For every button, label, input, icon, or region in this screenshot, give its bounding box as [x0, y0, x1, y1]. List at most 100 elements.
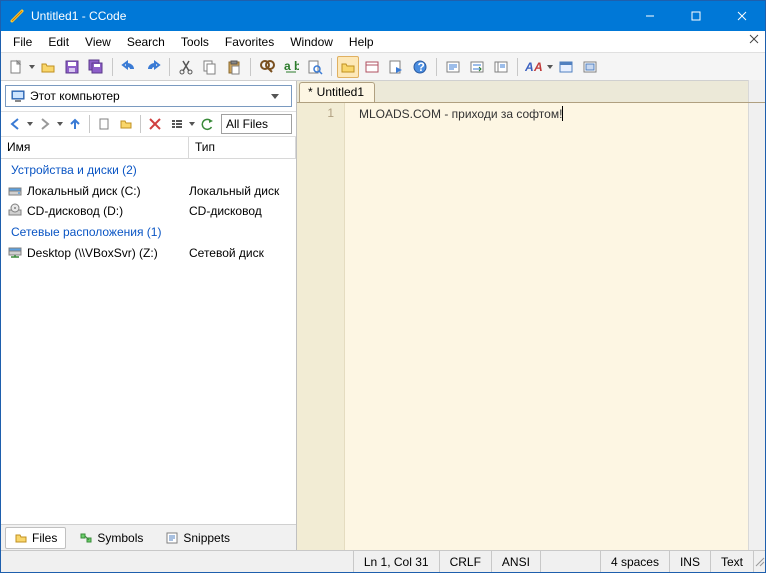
group-devices[interactable]: Устройства и диски (2) [1, 159, 296, 181]
snippets-icon [165, 531, 179, 545]
find-icon[interactable] [256, 56, 278, 78]
tab-title: Untitled1 [317, 85, 364, 99]
toolbar-separator [331, 58, 332, 76]
paste-icon[interactable] [223, 56, 245, 78]
nav-separator [89, 115, 90, 133]
status-position[interactable]: Ln 1, Col 31 [353, 551, 439, 572]
cut-icon[interactable] [175, 56, 197, 78]
explorer-navbar: All Files [1, 111, 296, 137]
toggle-sidebar-icon[interactable] [337, 56, 359, 78]
code-line: MLOADS.COM - приходи за софтом! [359, 107, 562, 121]
maximize-button[interactable] [673, 1, 719, 31]
row-type: Сетевой диск [189, 246, 296, 260]
status-eol[interactable]: CRLF [439, 551, 491, 572]
menu-search[interactable]: Search [119, 33, 173, 51]
nav-up-icon[interactable] [65, 114, 85, 134]
tab-label: Files [32, 531, 57, 545]
status-insert[interactable]: INS [669, 551, 710, 572]
tab-scroll-stub [748, 80, 765, 102]
row-type: CD-дисковод [189, 204, 296, 218]
menu-help[interactable]: Help [341, 33, 382, 51]
toggle-output-icon[interactable] [361, 56, 383, 78]
svg-text:A: A [525, 60, 534, 74]
line-numbers-icon[interactable] [490, 56, 512, 78]
save-icon[interactable] [61, 56, 83, 78]
toolbar-separator [250, 58, 251, 76]
run-script-icon[interactable] [385, 56, 407, 78]
menu-favorites[interactable]: Favorites [217, 33, 282, 51]
dropdown-icon[interactable] [29, 59, 35, 75]
cd-drive-icon [7, 203, 23, 219]
col-name[interactable]: Имя [1, 137, 189, 158]
vertical-scrollbar[interactable] [748, 103, 765, 550]
filter-text: All Files [226, 117, 268, 131]
status-language[interactable]: Text [710, 551, 753, 572]
save-all-icon[interactable] [85, 56, 107, 78]
redo-icon[interactable] [142, 56, 164, 78]
toolbar-separator [169, 58, 170, 76]
delete-icon[interactable] [145, 114, 165, 134]
tab-snippets[interactable]: Snippets [156, 527, 239, 549]
main-toolbar: a b ? AA [1, 53, 765, 81]
nav-back-icon[interactable] [5, 114, 25, 134]
nav-forward-icon[interactable] [35, 114, 55, 134]
help-icon[interactable]: ? [409, 56, 431, 78]
group-network[interactable]: Сетевые расположения (1) [1, 221, 296, 243]
code-area[interactable]: MLOADS.COM - приходи за софтом! [345, 103, 748, 550]
dropdown-icon[interactable] [27, 117, 33, 131]
dropdown-icon[interactable] [57, 117, 63, 131]
location-combo[interactable]: Этот компьютер [5, 85, 292, 107]
menu-edit[interactable]: Edit [40, 33, 77, 51]
find-in-files-icon[interactable] [304, 56, 326, 78]
undo-icon[interactable] [118, 56, 140, 78]
refresh-icon[interactable] [197, 114, 217, 134]
open-folder-icon[interactable] [37, 56, 59, 78]
modified-indicator: * [308, 85, 313, 99]
editor-pane: * Untitled1 1 MLOADS.COM - приходи за со… [297, 81, 765, 550]
menu-view[interactable]: View [77, 33, 119, 51]
menu-window[interactable]: Window [282, 33, 341, 51]
tree-row[interactable]: Desktop (\\VBoxSvr) (Z:) Сетевой диск [1, 243, 296, 263]
svg-text:?: ? [418, 60, 425, 74]
new-folder-icon[interactable] [116, 114, 136, 134]
location-text: Этот компьютер [30, 89, 271, 103]
resize-grip[interactable] [753, 551, 765, 572]
tab-label: Symbols [97, 531, 143, 545]
new-file-icon[interactable] [94, 114, 114, 134]
view-list-icon[interactable] [167, 114, 187, 134]
file-tree[interactable]: Имя Тип Устройства и диски (2) Локальный… [1, 137, 296, 524]
tab-label: Snippets [183, 531, 230, 545]
tab-files[interactable]: Files [5, 527, 66, 549]
new-file-icon[interactable] [5, 56, 27, 78]
copy-icon[interactable] [199, 56, 221, 78]
row-type: Локальный диск [189, 184, 296, 198]
dropdown-icon[interactable] [547, 59, 553, 75]
tree-row[interactable]: CD-дисковод (D:) CD-дисковод [1, 201, 296, 221]
close-button[interactable] [719, 1, 765, 31]
view-mode-icon[interactable] [555, 56, 577, 78]
status-indent[interactable]: 4 spaces [600, 551, 669, 572]
document-tab[interactable]: * Untitled1 [299, 82, 375, 102]
row-name: Локальный диск (C:) [27, 184, 141, 198]
minimize-button[interactable] [627, 1, 673, 31]
col-type[interactable]: Тип [189, 137, 296, 158]
row-name: Desktop (\\VBoxSvr) (Z:) [27, 246, 158, 260]
filter-input[interactable]: All Files [221, 114, 292, 134]
menu-file[interactable]: File [5, 33, 40, 51]
status-bar: Ln 1, Col 31 CRLF ANSI 4 spaces INS Text [1, 550, 765, 572]
fullscreen-icon[interactable] [579, 56, 601, 78]
word-wrap-icon[interactable] [442, 56, 464, 78]
code-editor[interactable]: 1 MLOADS.COM - приходи за софтом! [297, 103, 765, 550]
show-whitespace-icon[interactable] [466, 56, 488, 78]
replace-icon[interactable]: a b [280, 56, 302, 78]
window-title: Untitled1 - CCode [31, 9, 627, 23]
tree-row[interactable]: Локальный диск (C:) Локальный диск [1, 181, 296, 201]
panel-close-icon[interactable] [749, 34, 759, 44]
menu-tools[interactable]: Tools [173, 33, 217, 51]
chevron-down-icon [271, 92, 287, 100]
status-encoding[interactable]: ANSI [491, 551, 540, 572]
font-style-icon[interactable]: AA [523, 56, 545, 78]
tab-symbols[interactable]: Symbols [70, 527, 152, 549]
title-bar: Untitled1 - CCode [1, 1, 765, 31]
dropdown-icon[interactable] [189, 117, 195, 131]
